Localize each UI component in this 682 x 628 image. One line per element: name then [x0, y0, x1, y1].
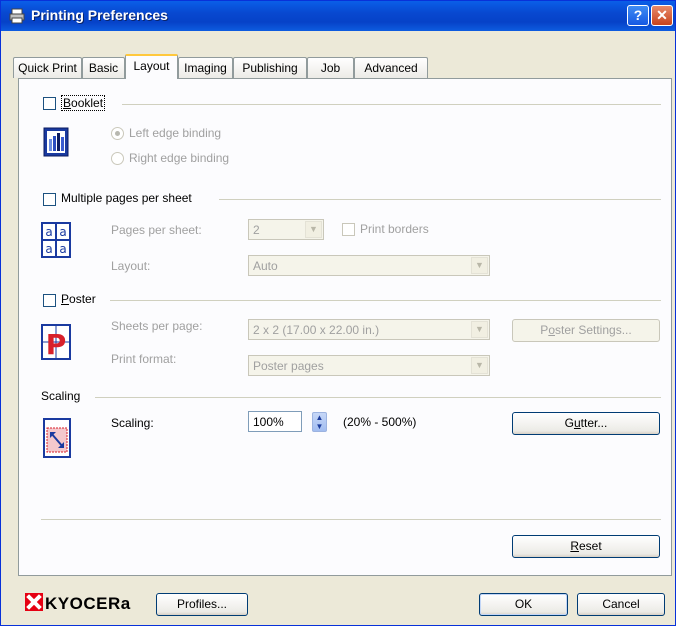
scaling-range: (20% - 500%)	[343, 415, 417, 429]
pages-per-sheet-value: 2	[253, 223, 260, 237]
left-edge-binding-radio[interactable]	[111, 127, 124, 140]
kyocera-logo-icon	[25, 593, 43, 614]
booklet-label[interactable]: Booklet	[61, 95, 106, 111]
help-button[interactable]: ?	[627, 5, 649, 26]
chevron-down-icon[interactable]: ▼	[471, 257, 488, 274]
tab-basic[interactable]: Basic	[82, 57, 125, 78]
layout-value: Auto	[253, 259, 278, 273]
poster-settings-button[interactable]: Poster Settings...	[512, 319, 660, 342]
svg-text:P: P	[46, 328, 67, 360]
scaling-label: Scaling:	[111, 416, 154, 430]
print-format-value: Poster pages	[253, 359, 324, 373]
svg-text:a: a	[59, 242, 66, 256]
layout-label: Layout:	[111, 259, 151, 273]
chevron-down-icon[interactable]: ▼	[305, 221, 322, 238]
sheets-per-page-label: Sheets per page:	[111, 319, 203, 333]
printing-preferences-window: Printing Preferences ? ✕ Quick Print Bas…	[0, 0, 676, 626]
multiple-pages-checkbox[interactable]	[43, 193, 56, 206]
scaling-divider	[95, 397, 661, 398]
tab-layout[interactable]: Layout	[125, 54, 178, 79]
tab-quick-print[interactable]: Quick Print	[13, 57, 82, 78]
multiple-pages-divider	[219, 199, 661, 200]
print-borders-checkbox[interactable]	[342, 223, 355, 236]
scaling-spinner[interactable]: ▲ ▼	[312, 412, 327, 432]
tab-advanced[interactable]: Advanced	[354, 57, 428, 78]
window-title: Printing Preferences	[31, 7, 168, 23]
booklet-icon	[43, 127, 69, 160]
cancel-button[interactable]: Cancel	[577, 593, 665, 616]
pages-per-sheet-label: Pages per sheet:	[111, 223, 202, 237]
left-edge-binding-label: Left edge binding	[129, 126, 222, 140]
tab-job[interactable]: Job	[307, 57, 354, 78]
print-format-label: Print format:	[111, 352, 177, 366]
printer-icon	[9, 8, 25, 24]
booklet-checkbox[interactable]	[43, 97, 56, 110]
right-edge-binding-label: Right edge binding	[129, 151, 230, 165]
multiple-pages-label[interactable]: Multiple pages per sheet	[61, 191, 192, 205]
layout-combo[interactable]: Auto ▼	[248, 255, 490, 276]
print-format-combo[interactable]: Poster pages ▼	[248, 355, 490, 376]
poster-divider	[110, 300, 661, 301]
scaling-value: 100%	[253, 415, 284, 429]
svg-text:a: a	[45, 225, 52, 239]
title-bar[interactable]: Printing Preferences ? ✕	[1, 1, 675, 31]
scaling-icon	[43, 418, 71, 461]
ok-button[interactable]: OK	[479, 593, 568, 616]
pages-per-sheet-combo[interactable]: 2 ▼	[248, 219, 324, 240]
scaling-group-label: Scaling	[41, 389, 81, 403]
poster-checkbox[interactable]	[43, 294, 56, 307]
right-edge-binding-radio[interactable]	[111, 152, 124, 165]
booklet-group-divider	[122, 104, 661, 105]
scaling-input[interactable]: 100%	[248, 411, 302, 432]
gutter-button[interactable]: Gutter...	[512, 412, 660, 435]
sheets-per-page-value: 2 x 2 (17.00 x 22.00 in.)	[253, 323, 380, 337]
chevron-down-icon[interactable]: ▼	[471, 357, 488, 374]
bottom-divider	[41, 519, 661, 520]
svg-text:a: a	[59, 225, 66, 239]
print-borders-label: Print borders	[360, 222, 429, 236]
chevron-down-icon[interactable]: ▼	[471, 321, 488, 338]
tab-publishing[interactable]: Publishing	[233, 57, 307, 78]
brand-name: KYOCERa	[45, 594, 131, 613]
poster-label[interactable]: Poster	[61, 292, 96, 306]
close-button[interactable]: ✕	[651, 5, 673, 26]
tab-imaging[interactable]: Imaging	[178, 57, 233, 78]
profiles-button[interactable]: Profiles...	[156, 593, 248, 616]
multiple-pages-icon: a a a a	[41, 222, 71, 261]
svg-text:a: a	[45, 242, 52, 256]
sheets-per-page-combo[interactable]: 2 x 2 (17.00 x 22.00 in.) ▼	[248, 319, 490, 340]
poster-icon: P	[41, 324, 71, 363]
reset-button[interactable]: Reset	[512, 535, 660, 558]
